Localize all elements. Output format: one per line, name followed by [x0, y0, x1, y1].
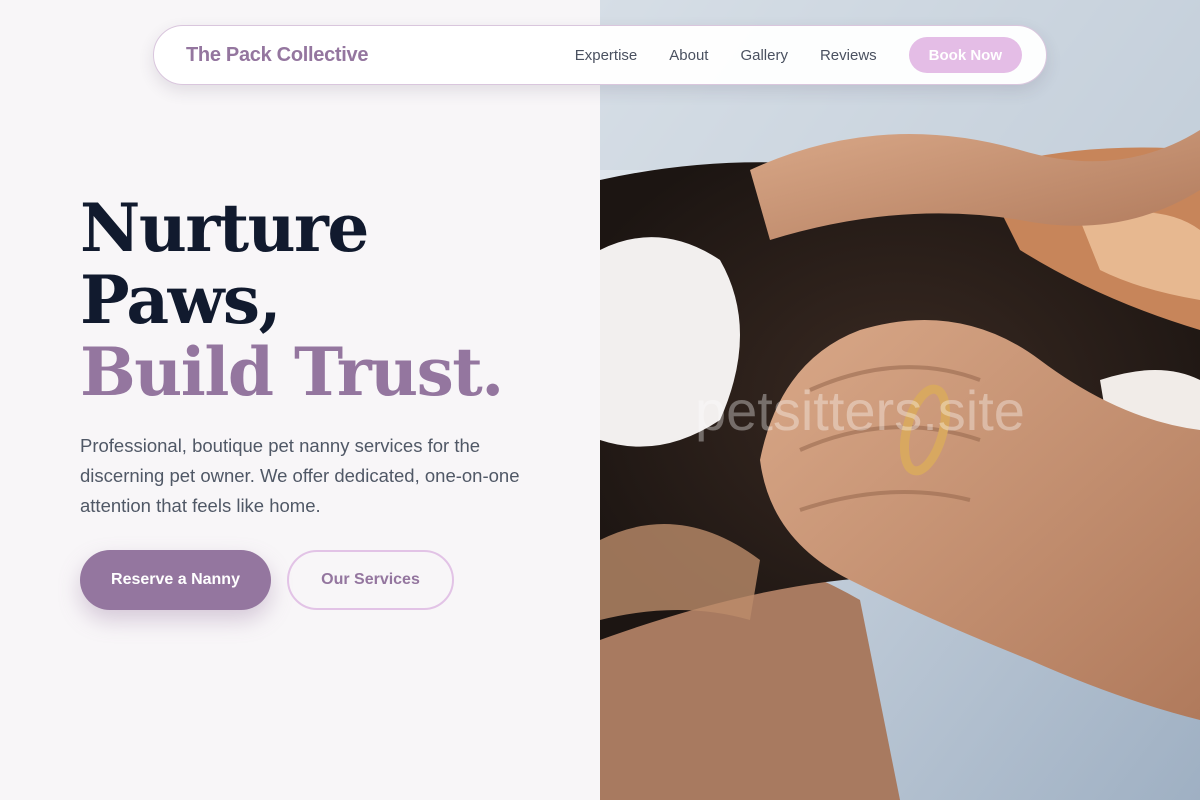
hero-subtext: Professional, boutique pet nanny service… — [80, 435, 520, 516]
our-services-button[interactable]: Our Services — [287, 550, 454, 610]
nav-link-reviews[interactable]: Reviews — [820, 47, 877, 64]
nav-link-about[interactable]: About — [669, 47, 708, 64]
nav-links: Expertise About Gallery Reviews Book Now — [575, 37, 1022, 73]
brand-logo[interactable]: The Pack Collective — [186, 44, 368, 67]
headline-line-2: Paws, — [80, 261, 282, 339]
book-now-button[interactable]: Book Now — [908, 37, 1022, 73]
hero-headline: Nurture Paws, Build Trust. — [80, 189, 504, 411]
nav-link-expertise[interactable]: Expertise — [575, 47, 638, 64]
top-navbar: The Pack Collective Expertise About Gall… — [153, 25, 1047, 85]
watermark-text: petsitters.site — [695, 379, 1025, 442]
reserve-nanny-button[interactable]: Reserve a Nanny — [80, 550, 271, 610]
nav-link-gallery[interactable]: Gallery — [740, 47, 788, 64]
headline-line-1: Nurture — [80, 189, 369, 267]
headline-accent: Build Trust. — [80, 333, 504, 411]
